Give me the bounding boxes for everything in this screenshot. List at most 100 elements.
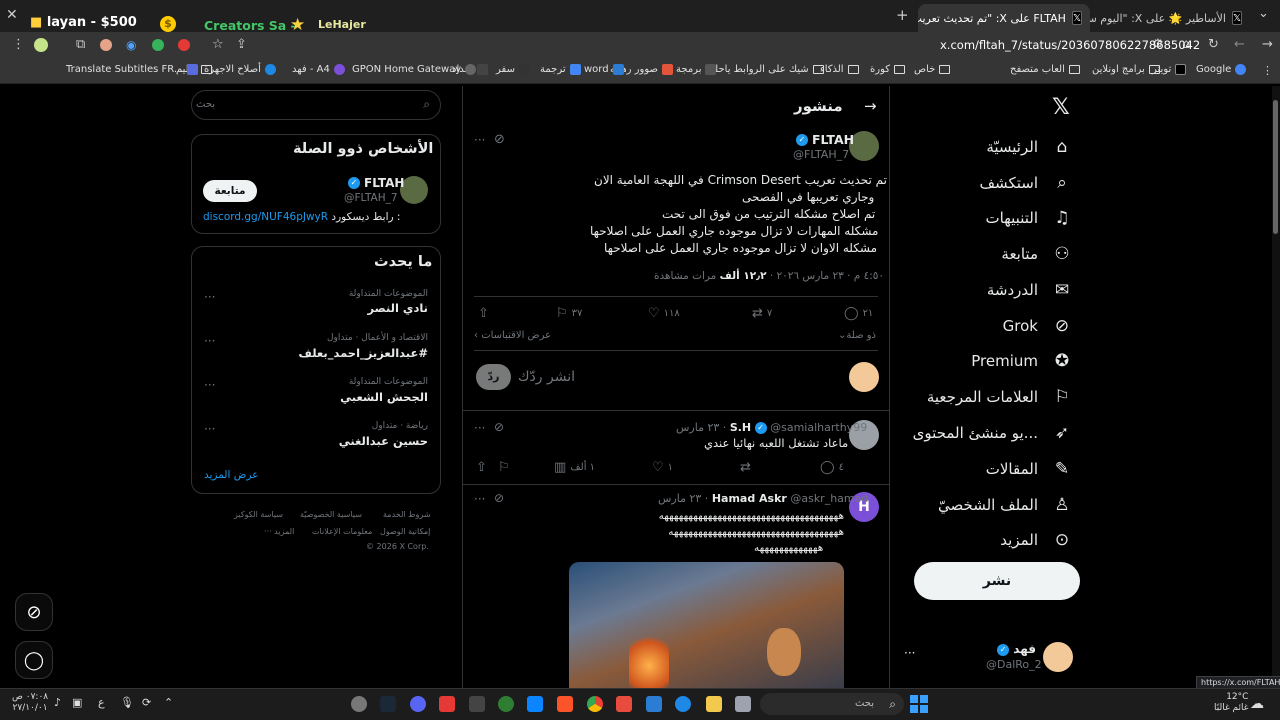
nav-articles[interactable]: ✎ المقالات [986,459,1072,479]
taskbar-search[interactable]: بحث ⌕ [760,693,904,715]
reply-time[interactable]: ٢٣ مارس [658,492,701,505]
reply-action[interactable]: ◯ ٢١ [844,306,873,321]
show-more-link[interactable]: عرض المزيد [204,469,259,481]
reply-author-name[interactable]: S.H [730,421,751,434]
share-action[interactable]: ⇧ [478,306,489,321]
trend-more-dots-icon[interactable]: ··· [204,422,215,436]
follow-button[interactable]: متابعة [203,180,257,202]
bookmark-folder[interactable]: شيك على الروابط ياحلو [710,64,824,75]
like-action[interactable]: ♡ ١١٨ [648,306,680,321]
reply-media-image[interactable] [569,562,844,688]
bookmark-translate-subtitles[interactable]: Translate Subtitles FR... [66,64,199,75]
nav-explore[interactable]: ⌕ استكشف [980,173,1072,193]
trend-name[interactable]: الجحش الشعبي [340,390,428,404]
clock[interactable]: ٠٧:٠٨ ص ٢٧/١٠/٠١ [12,692,48,714]
bookmark-translate[interactable]: ترجمة [540,64,581,75]
bookmarks-overflow-icon[interactable]: ⋮ [1262,64,1273,77]
network-icon[interactable]: ▣ [72,696,82,709]
windows-start-icon[interactable] [910,695,928,713]
bookmark-repair[interactable]: أصلاح الاجهزة [204,64,276,75]
related-name[interactable]: ✓ FLTAH [348,176,404,190]
post-button[interactable]: نشر [914,562,1080,600]
reply-bookmark-action[interactable]: ⚐ [498,460,510,475]
bookmark-folder[interactable]: برمجة [676,64,717,75]
bookmark-fahd[interactable]: فهد - A4 [292,64,345,75]
nav-home[interactable]: ⌂ الرئيسيّة [986,137,1072,157]
nav-follow[interactable]: ⚇ متابعة [1001,244,1072,264]
discord-icon[interactable] [410,696,426,712]
reply-reply-action[interactable]: ◯ ٤ [820,460,844,475]
steam-icon[interactable] [380,696,396,712]
extensions-icon[interactable]: ⧉ [76,37,85,52]
file-explorer-icon[interactable] [706,696,722,712]
grok-explain-icon[interactable]: ⊘ [494,420,504,434]
snipping-icon[interactable] [469,696,485,712]
bookmark-word[interactable]: word [584,64,624,75]
microphone-icon[interactable]: 🎙 [120,696,134,709]
input-language[interactable]: ع [98,696,105,709]
profile-avatar-icon[interactable] [34,38,48,52]
footer-access-link[interactable]: إمكانية الوصول [380,527,430,536]
share-icon[interactable]: ⇪ [236,37,247,52]
bookmark-folder[interactable]: خاص [914,64,951,75]
bookmark-star-icon[interactable]: ☆ [212,37,224,52]
bookmark-travel[interactable]: سفر [496,64,530,75]
sort-selector[interactable]: ذو صلة⌄ [838,330,876,341]
reply-views-action[interactable]: ▥ ١ ألف [554,460,595,475]
footer-ads-link[interactable]: معلومات الإعلانات [312,527,372,536]
account-menu-dots-icon[interactable]: ··· [904,646,915,660]
reply-time[interactable]: ٢٣ مارس [676,421,719,434]
nav-grok[interactable]: ⊘ Grok [1003,316,1072,336]
office-icon[interactable] [616,696,632,712]
tray-chevron-icon[interactable]: ⌃ [164,696,173,709]
edge-icon[interactable] [675,696,691,712]
reply-input[interactable]: انشر ردّك [518,369,575,385]
nav-chat[interactable]: ✉ الدردشة [987,280,1072,300]
bookmark-action[interactable]: ⚐ ٣٧ [556,306,582,321]
tab-fltah[interactable]: 𝕏 FLTAH على X: "تم تحديث تعريب Cri... ✕ [918,4,1090,32]
bookmark-folder[interactable]: برامج اونلاين [1092,64,1160,75]
footer-terms-link[interactable]: شروط الخدمة [383,510,431,519]
footer-privacy-link[interactable]: سياسية الخصوصيّة [300,510,362,519]
reply-share-action[interactable]: ⇧ [476,460,487,475]
extension-2-icon[interactable]: ◉ [126,38,136,52]
account-avatar[interactable] [1043,642,1073,672]
word-app-icon[interactable] [646,696,662,712]
bookmark-gpon[interactable]: GPON Home Gateway [352,64,477,75]
reply-like-action[interactable]: ♡ ١ [652,460,673,475]
tab-list-chevron-icon[interactable]: ⌄ [1258,6,1269,21]
reply-repost-action[interactable]: ⇄ [740,460,755,475]
tab-legends[interactable]: 𝕏 الأساطير 🌟 على X: "اليوم سيتم اط... ✕ [1090,4,1250,32]
back-icon[interactable]: → [1262,37,1273,52]
chrome-icon[interactable] [587,696,603,712]
settings-app-icon[interactable] [351,696,367,712]
nav-creator-studio[interactable]: ➶ ...يو منشئ المحتوى [913,423,1072,443]
close-window-icon[interactable]: ✕ [6,7,18,23]
trend-name[interactable]: حسين عبدالغني [339,434,428,448]
trend-more-dots-icon[interactable]: ··· [204,290,215,304]
extension-3-icon[interactable] [152,39,164,51]
extension-1-icon[interactable] [100,39,112,51]
new-tab-icon[interactable]: + [896,6,909,24]
volume-icon[interactable]: ♪ [54,696,61,709]
trend-name[interactable]: #عبدالعزيز_احمد_بعلف [299,346,429,360]
weather-cloud-icon[interactable]: ☁ [1250,696,1264,712]
post-more-dots-icon[interactable]: ··· [474,133,485,147]
tray-app-icon[interactable]: ⟳ [142,696,151,709]
reply-handle[interactable]: @samialharthy99 [770,421,867,434]
bookmark-folder[interactable]: الذكاء [820,64,859,75]
reply-button[interactable]: ردّ [476,364,511,390]
discord-link[interactable]: discord.gg/NUF46pJwyR [203,211,328,223]
post-timestamp[interactable]: ٤:٥٠ م · ٢٣ مارس ٢٠٢٦ · [767,270,884,282]
trend-name[interactable]: نادي النصر [367,301,428,315]
x-logo-icon[interactable]: 𝕏 [1052,95,1070,120]
page-scrollbar-thumb[interactable] [1273,100,1278,234]
back-arrow-icon[interactable]: → [864,97,877,115]
related-handle[interactable]: @FLTAH_7 [344,192,398,204]
trend-more-dots-icon[interactable]: ··· [204,334,215,348]
bookmark-folder[interactable]: العاب متصفح [1010,64,1080,75]
trend-more-dots-icon[interactable]: ··· [204,378,215,392]
reply-author-name[interactable]: Hamad Askr [712,492,787,505]
grok-explain-icon[interactable]: ⊘ [494,132,505,147]
url-field[interactable]: x.com/fltah_7/status/2036078062278685042 [940,38,1200,52]
